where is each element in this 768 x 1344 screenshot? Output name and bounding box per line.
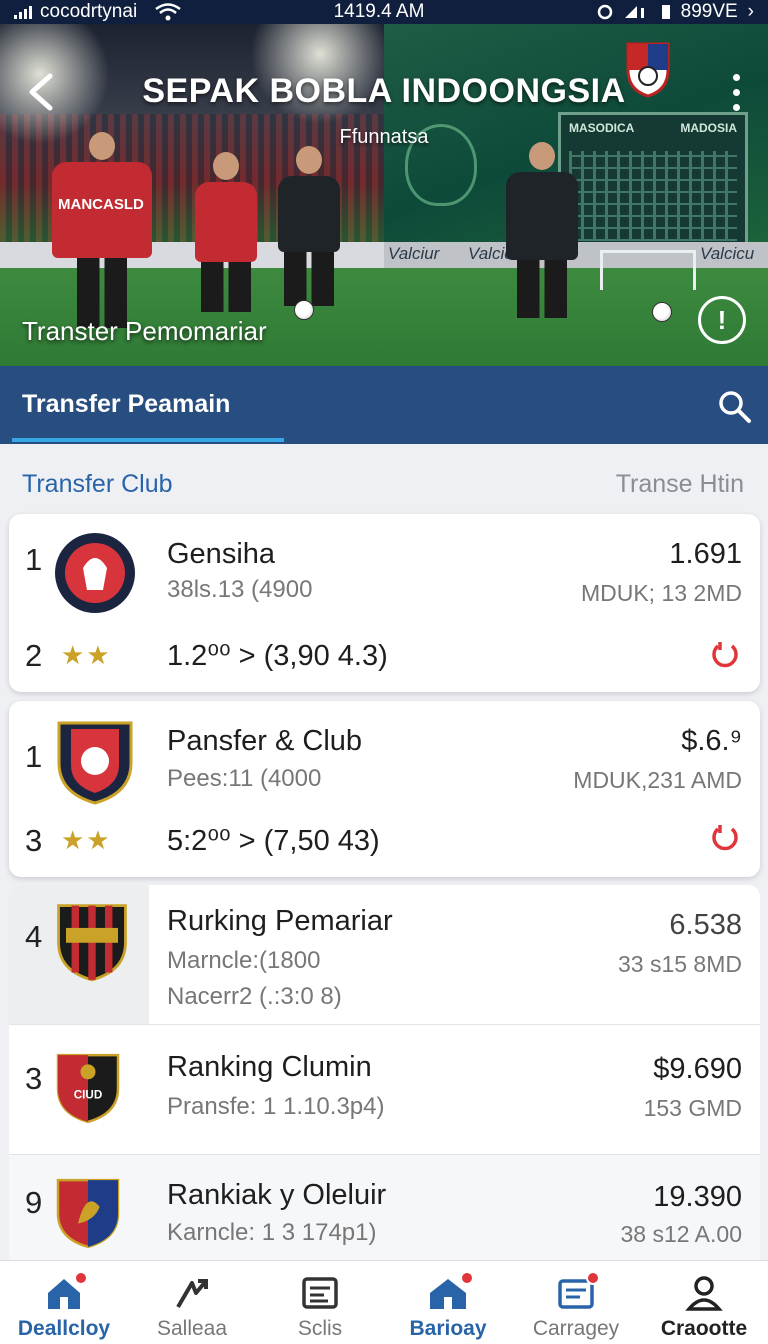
entry-value: $9.690	[653, 1053, 742, 1085]
nav-item-carragey[interactable]: Carragey	[512, 1261, 640, 1344]
player-figure	[506, 142, 578, 318]
nav-item-barioay[interactable]: Barioay	[384, 1261, 512, 1344]
entry-meta: Pransfe: 1 1.10.3p4)	[167, 1093, 385, 1120]
club-crest-icon: CIUD	[56, 1053, 120, 1124]
entry-name: Ranking Clumin	[167, 1051, 372, 1083]
status-bar: cocodrtynai 1419.4 AM 899VE ›	[0, 0, 768, 24]
rank-number: 4	[25, 919, 43, 954]
list-icon	[302, 1277, 338, 1309]
nav-label: Sclis	[297, 1317, 343, 1340]
chevron-right-icon: ›	[747, 1, 754, 22]
entry-meta: Marncle:(1800	[167, 947, 321, 974]
rank-secondary: 3	[25, 823, 43, 858]
rating-stars: ★★	[61, 825, 112, 855]
bottom-navigation: Deallcloy Salleaa Sclis Barioay Carragey…	[0, 1260, 768, 1344]
entry-meta-secondary: Nacerr2 (.:3:0 8)	[167, 983, 342, 1010]
entry-name: Rurking Pemariar	[167, 905, 393, 937]
notification-dot	[74, 1271, 88, 1285]
section-right-label[interactable]: Transe Htin	[616, 470, 744, 499]
ball-graphic	[652, 302, 672, 322]
club-crest-icon	[55, 533, 135, 613]
battery-label: 899VE	[680, 1, 738, 22]
nav-label: Craootte	[660, 1317, 748, 1340]
ball-graphic	[294, 300, 314, 320]
entry-sub: 33 s15 8MD	[617, 951, 742, 977]
crest-text: CIUD	[74, 1089, 103, 1102]
player-figure	[195, 152, 257, 312]
entry-value: 6.538	[669, 909, 742, 941]
search-icon[interactable]	[714, 386, 754, 426]
hero-banner: MASODICA MADOSIA Valciur Valcicur Valcic…	[0, 24, 768, 366]
section-title[interactable]: Transfer Club	[22, 470, 173, 499]
list-item[interactable]: 1 Pansfer & Club Pees:11 (4000 $.6.⁹ MDU…	[9, 701, 760, 877]
nav-label: Salleaa	[156, 1317, 228, 1340]
notification-dot	[586, 1271, 600, 1285]
jersey-text: MANCASLD	[58, 196, 144, 213]
list-item[interactable]: 4 Rurking Pemariar Marncle:(1800 Nacerr2…	[9, 885, 760, 1025]
entry-name: Gensiha	[167, 538, 276, 570]
club-crest-icon	[56, 1178, 120, 1249]
entry-stat: 1.2⁰⁰ > (3,90 4.3)	[167, 640, 388, 672]
entry-name: Pansfer & Club	[167, 725, 363, 757]
nav-label: Barioay	[409, 1317, 487, 1340]
arrow-icon	[176, 1279, 208, 1309]
tab-bar: Transfer Peamain	[0, 366, 768, 444]
entry-sub: MDUK,231 AMD	[573, 767, 742, 793]
entry-stat: 5:2⁰⁰ > (7,50 43)	[167, 825, 380, 857]
person-icon	[685, 1276, 723, 1311]
entry-value: 19.390	[653, 1181, 742, 1213]
entry-sub: MDUK; 13 2MD	[580, 580, 742, 606]
list-item[interactable]: 3 CIUD Ranking Clumin Pransfe: 1 1.10.3p…	[9, 1025, 760, 1155]
signal-icon	[14, 5, 32, 19]
list-item[interactable]: 9 Rankiak y Oleluir Karncle: 1 3 174p1) …	[9, 1155, 760, 1260]
entry-meta: 38ls.13 (4900	[167, 576, 313, 603]
player-figure: MANCASLD	[52, 132, 152, 328]
status-right: 899VE ›	[524, 1, 754, 23]
carrier-label: cocodrtynai	[40, 1, 138, 22]
player-figure	[278, 146, 340, 306]
hero-caption: Transter Pemomariar	[22, 316, 267, 346]
nav-item-craootte[interactable]: Craootte	[640, 1261, 768, 1344]
rank-number: 9	[25, 1185, 43, 1220]
sync-icon	[597, 4, 612, 20]
refresh-icon[interactable]	[708, 638, 742, 672]
notification-dot	[460, 1271, 474, 1285]
nav-item-sclis[interactable]: Sclis	[256, 1261, 384, 1344]
nav-label: Carragey	[532, 1317, 620, 1340]
rank-number: 3	[25, 1061, 43, 1096]
rank-number: 1	[25, 542, 43, 577]
entry-name: Rankiak y Oleluir	[167, 1179, 387, 1211]
status-time: 1419.4 AM	[333, 1, 425, 22]
club-crest-icon	[57, 721, 133, 805]
rank-secondary: 2	[25, 638, 43, 673]
battery-icon	[661, 5, 670, 19]
refresh-icon[interactable]	[708, 821, 742, 855]
ad-board-text: Valciur	[388, 244, 440, 263]
list-item[interactable]: 1 Gensiha 38ls.13 (4900 1.691 MDUK; 13 2…	[9, 514, 760, 692]
more-options-icon[interactable]	[722, 70, 750, 114]
nav-label: Deallcloy	[17, 1317, 111, 1340]
cellular-icon	[624, 6, 644, 18]
active-tab-indicator	[12, 438, 284, 442]
entry-sub: 153 GMD	[643, 1095, 742, 1121]
club-crest-icon	[57, 904, 127, 982]
entry-meta: Pees:11 (4000	[167, 765, 322, 792]
wifi-icon	[155, 3, 181, 21]
info-icon[interactable]: !	[698, 296, 746, 344]
tab-transfer-peamain[interactable]: Transfer Peamain	[22, 390, 230, 419]
rating-stars: ★★	[61, 640, 112, 670]
entry-value: 1.691	[669, 538, 742, 570]
rank-number: 1	[25, 739, 43, 774]
entry-sub: 38 s12 A.00	[620, 1221, 743, 1247]
ad-board-text: Valcicu	[700, 244, 755, 263]
entry-value: $.6.⁹	[681, 725, 742, 757]
goal-graphic	[600, 250, 696, 290]
nav-item-deallcloy[interactable]: Deallcloy	[0, 1261, 128, 1344]
federation-crest-icon	[626, 42, 670, 98]
page-subtitle: Ffunnatsa	[339, 126, 429, 148]
entry-meta: Karncle: 1 3 174p1)	[167, 1219, 377, 1246]
nav-item-salleaa[interactable]: Salleaa	[128, 1261, 256, 1344]
